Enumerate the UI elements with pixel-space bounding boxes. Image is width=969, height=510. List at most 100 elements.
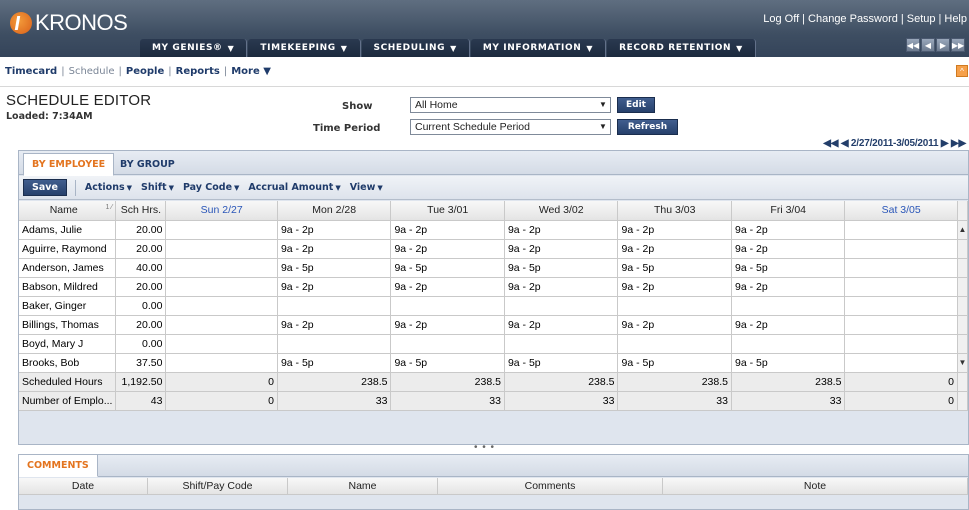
shift-cell[interactable] xyxy=(844,220,958,240)
table-row[interactable]: Baker, Ginger 0.00 xyxy=(19,296,969,316)
table-row[interactable]: Brooks, Bob 37.50 9a - 5p 9a - 5p 9a - 5p 9a … xyxy=(19,353,969,373)
shift-cell[interactable]: 9a - 5p xyxy=(390,353,505,373)
pay-code-menu[interactable]: Pay Code ▼ xyxy=(183,182,239,193)
column-header[interactable]: Fri 3/04 xyxy=(731,201,846,221)
nav-my-information[interactable]: MY INFORMATION ▼ xyxy=(470,39,607,57)
shift-cell[interactable] xyxy=(617,334,732,354)
scroll-down-icon[interactable]: ▼ xyxy=(956,353,969,373)
scrollbar-track[interactable] xyxy=(956,334,969,354)
shift-cell[interactable] xyxy=(844,277,958,297)
column-header[interactable]: Mon 2/28 xyxy=(277,201,392,221)
shift-cell[interactable] xyxy=(731,296,846,316)
shift-cell[interactable] xyxy=(277,334,392,354)
shift-cell[interactable] xyxy=(165,296,278,316)
table-row[interactable]: Boyd, Mary J 0.00 xyxy=(19,334,969,354)
employee-name[interactable]: Babson, Mildred xyxy=(19,277,117,297)
col-comments[interactable]: Comments xyxy=(438,478,663,495)
change-password-link[interactable]: Change Password xyxy=(808,13,898,25)
refresh-button[interactable]: Refresh xyxy=(617,119,678,135)
nav-timekeeping[interactable]: TIMEKEEPING ▼ xyxy=(248,39,361,57)
save-button[interactable]: Save xyxy=(23,179,67,196)
tab-by-group[interactable]: BY GROUP xyxy=(112,153,183,175)
next-page-icon[interactable]: ▶ xyxy=(936,38,950,52)
col-name[interactable]: Name xyxy=(288,478,438,495)
employee-name[interactable]: Baker, Ginger xyxy=(19,296,117,316)
column-header[interactable]: Wed 3/02 xyxy=(504,201,619,221)
column-header[interactable]: Name 1 ⁄ xyxy=(19,201,117,221)
tab-by-employee[interactable]: BY EMPLOYEE xyxy=(23,153,115,176)
shift-cell[interactable] xyxy=(165,277,278,297)
first-page-icon[interactable]: ◀◀ xyxy=(906,38,920,52)
shift-cell[interactable]: 9a - 2p xyxy=(277,239,392,259)
scrollbar-track[interactable] xyxy=(956,277,969,297)
shift-cell[interactable]: 9a - 2p xyxy=(504,220,619,240)
shift-cell[interactable]: 9a - 2p xyxy=(390,220,505,240)
shift-cell[interactable]: 9a - 5p xyxy=(617,258,732,278)
shift-cell[interactable] xyxy=(165,258,278,278)
view-menu[interactable]: View ▼ xyxy=(350,182,383,193)
kronos-logo[interactable]: KRONOS xyxy=(10,10,128,36)
table-row[interactable]: Adams, Julie 20.00 9a - 2p 9a - 2p 9a - 2p 9a… xyxy=(19,220,969,240)
prev-period-icon[interactable]: ◀ xyxy=(841,138,849,149)
subnav-people[interactable]: People xyxy=(126,66,164,77)
employee-name[interactable]: Billings, Thomas xyxy=(19,315,117,335)
shift-cell[interactable] xyxy=(390,334,505,354)
subnav-schedule[interactable]: Schedule xyxy=(69,66,115,77)
shift-cell[interactable]: 9a - 2p xyxy=(731,220,846,240)
accrual-amount-menu[interactable]: Accrual Amount ▼ xyxy=(248,182,340,193)
shift-cell[interactable] xyxy=(844,353,958,373)
employee-name[interactable]: Anderson, James xyxy=(19,258,117,278)
subnav-reports[interactable]: Reports xyxy=(176,66,220,77)
shift-cell[interactable]: 9a - 5p xyxy=(731,353,846,373)
scrollbar-track[interactable] xyxy=(956,258,969,278)
actions-menu[interactable]: Actions ▼ xyxy=(85,182,132,193)
shift-cell[interactable]: 9a - 2p xyxy=(504,239,619,259)
shift-menu[interactable]: Shift ▼ xyxy=(141,182,174,193)
last-period-icon[interactable]: ▶▶ xyxy=(951,138,966,149)
shift-cell[interactable] xyxy=(617,296,732,316)
employee-name[interactable]: Boyd, Mary J xyxy=(19,334,117,354)
shift-cell[interactable]: 9a - 2p xyxy=(617,315,732,335)
employee-name[interactable]: Brooks, Bob xyxy=(19,353,117,373)
first-period-icon[interactable]: ◀◀ xyxy=(823,138,838,149)
shift-cell[interactable]: 9a - 2p xyxy=(731,277,846,297)
shift-cell[interactable] xyxy=(504,334,619,354)
next-period-icon[interactable]: ▶ xyxy=(941,138,949,149)
table-row[interactable]: Babson, Mildred 20.00 9a - 2p 9a - 2p 9a - 2… xyxy=(19,277,969,297)
shift-cell[interactable]: 9a - 5p xyxy=(504,353,619,373)
time-period-select[interactable]: Current Schedule Period ▼ xyxy=(410,119,611,135)
column-header[interactable]: Sat 3/05 xyxy=(844,201,958,221)
shift-cell[interactable]: 9a - 2p xyxy=(277,277,392,297)
shift-cell[interactable] xyxy=(844,315,958,335)
column-header[interactable]: Sun 2/27 xyxy=(165,201,278,221)
setup-link[interactable]: Setup xyxy=(907,13,936,25)
edit-button[interactable]: Edit xyxy=(617,97,655,113)
shift-cell[interactable]: 9a - 2p xyxy=(731,239,846,259)
prev-page-icon[interactable]: ◀ xyxy=(921,38,935,52)
shift-cell[interactable]: 9a - 2p xyxy=(617,239,732,259)
shift-cell[interactable] xyxy=(731,334,846,354)
col-date[interactable]: Date xyxy=(19,478,148,495)
col-note[interactable]: Note xyxy=(663,478,968,495)
shift-cell[interactable]: 9a - 5p xyxy=(504,258,619,278)
shift-cell[interactable]: 9a - 2p xyxy=(504,277,619,297)
shift-cell[interactable]: 9a - 5p xyxy=(277,258,392,278)
shift-cell[interactable]: 9a - 5p xyxy=(617,353,732,373)
table-row[interactable]: Anderson, James 40.00 9a - 5p 9a - 5p 9a - 5… xyxy=(19,258,969,278)
subnav-more[interactable]: More ▼ xyxy=(231,66,271,77)
shift-cell[interactable] xyxy=(844,239,958,259)
shift-cell[interactable] xyxy=(165,353,278,373)
shift-cell[interactable]: 9a - 2p xyxy=(731,315,846,335)
shift-cell[interactable]: 9a - 2p xyxy=(390,239,505,259)
column-header[interactable]: Sch Hrs. xyxy=(115,201,167,221)
shift-cell[interactable] xyxy=(165,334,278,354)
pane-splitter[interactable]: • • • xyxy=(0,443,969,454)
shift-cell[interactable]: 9a - 2p xyxy=(390,315,505,335)
collapse-icon[interactable]: ^ xyxy=(956,65,968,77)
shift-cell[interactable] xyxy=(844,334,958,354)
shift-cell[interactable]: 9a - 2p xyxy=(277,315,392,335)
scroll-up-icon[interactable]: ▲ xyxy=(956,220,969,240)
column-header[interactable]: Thu 3/03 xyxy=(617,201,732,221)
shift-cell[interactable]: 9a - 5p xyxy=(390,258,505,278)
shift-cell[interactable]: 9a - 2p xyxy=(617,277,732,297)
